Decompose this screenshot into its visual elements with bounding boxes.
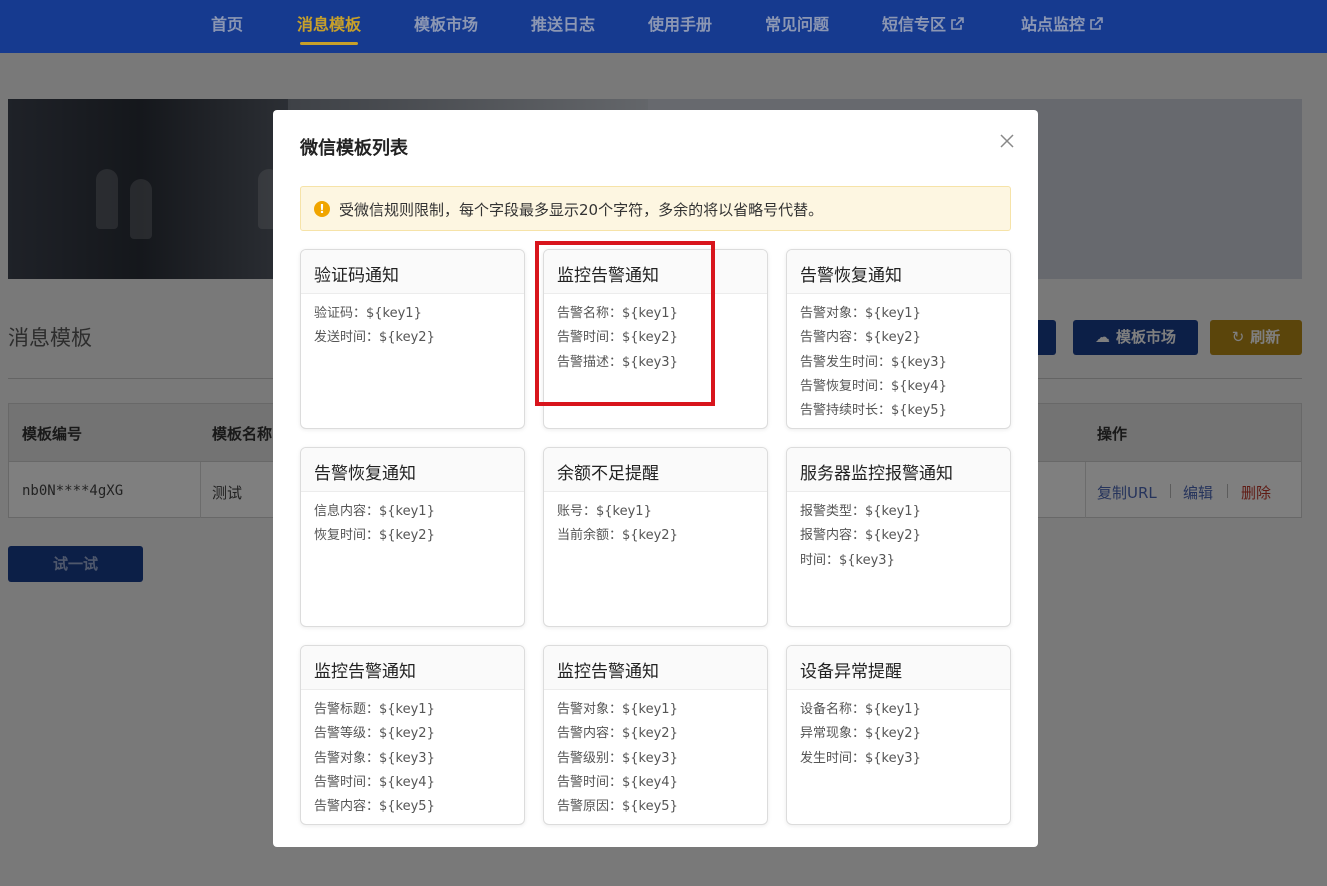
card-field: 报警内容：${key2} <box>800 528 921 544</box>
card-field: 告警持续时长：${key5} <box>800 403 947 419</box>
card-field: 设备名称：${key1} <box>800 702 921 717</box>
template-card[interactable]: 服务器监控报警通知 报警类型：${key1} 报警内容：${key2} 时间：$… <box>786 447 1011 627</box>
modal-title: 微信模板列表 <box>300 138 408 159</box>
card-field: 时间：${key3} <box>800 552 895 568</box>
card-field: 告警标题：${key1} <box>314 702 435 717</box>
card-body: 告警对象：${key1} 告警内容：${key2} 告警级别：${key3} 告… <box>544 690 767 819</box>
notice-text: 受微信规则限制，每个字段最多显示20个字符，多余的将以省略号代替。 <box>339 201 824 219</box>
card-field: 告警级别：${key3} <box>557 750 678 766</box>
notice-banner: ! 受微信规则限制，每个字段最多显示20个字符，多余的将以省略号代替。 <box>300 186 1011 231</box>
external-link-icon <box>951 17 964 30</box>
wechat-template-modal: 微信模板列表 ! 受微信规则限制，每个字段最多显示20个字符，多余的将以省略号代… <box>273 110 1038 847</box>
nav-item-message-templates[interactable]: 消息模板 <box>297 0 361 53</box>
card-body: 告警对象：${key1} 告警内容：${key2} 告警发生时间：${key3}… <box>787 294 1010 423</box>
nav-item-faq[interactable]: 常见问题 <box>765 0 829 53</box>
card-body: 告警标题：${key1} 告警等级：${key2} 告警对象：${key3} 告… <box>301 690 524 819</box>
warning-icon: ! <box>314 201 330 217</box>
template-card[interactable]: 设备异常提醒 设备名称：${key1} 异常现象：${key2} 发生时间：${… <box>786 645 1011 825</box>
template-card[interactable]: 监控告警通知 告警标题：${key1} 告警等级：${key2} 告警对象：${… <box>300 645 525 825</box>
card-field: 告警内容：${key2} <box>557 726 678 742</box>
nav-item-template-market[interactable]: 模板市场 <box>414 0 478 53</box>
card-title: 验证码通知 <box>301 250 524 294</box>
nav-item-label: 消息模板 <box>297 15 362 34</box>
nav-item-push-log[interactable]: 推送日志 <box>531 0 595 53</box>
card-title: 服务器监控报警通知 <box>787 448 1010 492</box>
card-field: 告警对象：${key1} <box>557 702 678 717</box>
nav-active-indicator <box>300 42 359 45</box>
template-card[interactable]: 告警恢复通知 信息内容：${key1} 恢复时间：${key2} <box>300 447 525 627</box>
card-field: 告警原因：${key5} <box>557 799 678 815</box>
card-title: 设备异常提醒 <box>787 646 1010 690</box>
card-field: 告警等级：${key2} <box>314 726 435 742</box>
card-field: 验证码：${key1} <box>314 306 422 321</box>
nav-item-home[interactable]: 首页 <box>211 0 243 53</box>
card-title: 告警恢复通知 <box>301 448 524 492</box>
card-field: 信息内容：${key1} <box>314 504 435 519</box>
card-field: 发生时间：${key3} <box>800 750 921 766</box>
card-body: 信息内容：${key1} 恢复时间：${key2} <box>301 492 524 549</box>
nav-item-label: 短信专区 <box>882 15 947 34</box>
card-field: 告警对象：${key1} <box>800 306 921 321</box>
card-body: 验证码：${key1} 发送时间：${key2} <box>301 294 524 351</box>
card-body: 账号：${key1} 当前余额：${key2} <box>544 492 767 549</box>
card-field: 账号：${key1} <box>557 504 652 519</box>
card-field: 告警时间：${key4} <box>314 774 435 790</box>
top-nav: 首页 消息模板 模板市场 推送日志 使用手册 常见问题 短信专区 站点监控 <box>0 0 1327 53</box>
card-field: 告警发生时间：${key3} <box>800 354 947 370</box>
template-card[interactable]: 告警恢复通知 告警对象：${key1} 告警内容：${key2} 告警发生时间：… <box>786 249 1011 429</box>
card-title: 监控告警通知 <box>301 646 524 690</box>
close-icon[interactable] <box>996 130 1018 152</box>
card-title: 余额不足提醒 <box>544 448 767 492</box>
card-field: 异常现象：${key2} <box>800 726 921 742</box>
card-body: 设备名称：${key1} 异常现象：${key2} 发生时间：${key3} <box>787 690 1010 771</box>
card-field: 发送时间：${key2} <box>314 330 435 346</box>
template-card[interactable]: 监控告警通知 告警对象：${key1} 告警内容：${key2} 告警级别：${… <box>543 645 768 825</box>
nav-item-site-monitor[interactable]: 站点监控 <box>1021 0 1104 53</box>
card-field: 告警对象：${key3} <box>314 750 435 766</box>
card-field: 告警时间：${key4} <box>557 774 678 790</box>
card-field: 恢复时间：${key2} <box>314 528 435 544</box>
nav-item-label: 站点监控 <box>1021 15 1086 34</box>
nav-item-manual[interactable]: 使用手册 <box>648 0 712 53</box>
card-body: 报警类型：${key1} 报警内容：${key2} 时间：${key3} <box>787 492 1010 573</box>
nav-item-sms[interactable]: 短信专区 <box>882 0 965 53</box>
card-title: 告警恢复通知 <box>787 250 1010 294</box>
card-field: 告警恢复时间：${key4} <box>800 378 947 394</box>
card-title: 监控告警通知 <box>544 646 767 690</box>
template-card[interactable]: 余额不足提醒 账号：${key1} 当前余额：${key2} <box>543 447 768 627</box>
card-field: 当前余额：${key2} <box>557 528 678 544</box>
highlight-annotation-box <box>535 241 715 406</box>
external-link-icon <box>1090 17 1103 30</box>
card-field: 报警类型：${key1} <box>800 504 921 519</box>
card-field: 告警内容：${key5} <box>314 799 435 815</box>
card-field: 告警内容：${key2} <box>800 330 921 346</box>
template-card[interactable]: 验证码通知 验证码：${key1} 发送时间：${key2} <box>300 249 525 429</box>
